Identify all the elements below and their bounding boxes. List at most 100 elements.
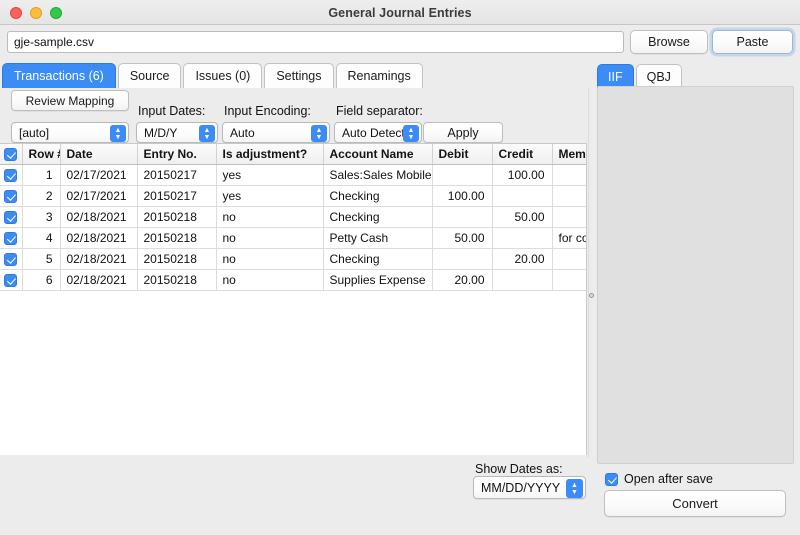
close-icon[interactable]: [10, 7, 22, 19]
row-checkbox-cell[interactable]: [0, 269, 23, 291]
table-header-row: Row # Date Entry No. Is adjustment? Acco…: [0, 144, 586, 165]
checkbox-checked-icon[interactable]: [4, 189, 18, 203]
apply-button[interactable]: Apply: [423, 122, 503, 143]
col-header-date[interactable]: Date: [60, 144, 138, 165]
transactions-table-container[interactable]: Row # Date Entry No. Is adjustment? Acco…: [0, 143, 587, 455]
tab-iif[interactable]: IIF: [597, 64, 634, 88]
col-header-account-name[interactable]: Account Name: [323, 144, 433, 165]
cell-date[interactable]: 02/17/2021: [60, 164, 138, 186]
cell-entry-no[interactable]: 20150217: [137, 164, 217, 186]
cell-account-name[interactable]: Supplies Expense: [323, 269, 433, 291]
tab-renamings[interactable]: Renamings: [335, 63, 423, 88]
col-header-entry-no[interactable]: Entry No.: [137, 144, 217, 165]
cell-memo[interactable]: [552, 248, 586, 270]
col-header-memo[interactable]: Memo: [552, 144, 586, 165]
checkbox-checked-icon[interactable]: [4, 210, 18, 224]
input-encoding-select[interactable]: Auto ▲ ▼: [222, 122, 330, 143]
cell-entry-no[interactable]: 20150218: [137, 227, 217, 249]
cell-debit[interactable]: [432, 206, 493, 228]
col-header-debit[interactable]: Debit: [432, 144, 493, 165]
cell-debit[interactable]: 50.00: [432, 227, 493, 249]
cell-credit[interactable]: 50.00: [492, 206, 553, 228]
zoom-icon[interactable]: [50, 7, 62, 19]
cell-account-name[interactable]: Sales:Sales Mobile: [323, 164, 433, 186]
cell-account-name[interactable]: Checking: [323, 206, 433, 228]
row-checkbox-cell[interactable]: [0, 164, 23, 186]
cell-date[interactable]: 02/18/2021: [60, 206, 138, 228]
cell-debit[interactable]: [432, 164, 493, 186]
chevron-updown-icon: ▲ ▼: [566, 479, 583, 498]
app-window: General Journal Entries gje-sample.csv B…: [0, 0, 800, 535]
cell-credit[interactable]: 20.00: [492, 248, 553, 270]
cell-account-name[interactable]: Checking: [323, 248, 433, 270]
row-checkbox-cell[interactable]: [0, 185, 23, 207]
paste-button[interactable]: Paste: [712, 30, 793, 54]
cell-is-adjustment[interactable]: no: [216, 227, 324, 249]
cell-entry-no[interactable]: 20150217: [137, 185, 217, 207]
open-after-save-row[interactable]: Open after save: [605, 472, 713, 486]
browse-button[interactable]: Browse: [630, 30, 708, 54]
file-path-input[interactable]: gje-sample.csv: [7, 31, 624, 53]
cell-is-adjustment[interactable]: no: [216, 206, 324, 228]
minimize-icon[interactable]: [30, 7, 42, 19]
row-checkbox-cell[interactable]: [0, 227, 23, 249]
cell-entry-no[interactable]: 20150218: [137, 248, 217, 270]
show-dates-select[interactable]: MM/DD/YYYY ▲ ▼: [473, 476, 586, 499]
cell-is-adjustment[interactable]: no: [216, 269, 324, 291]
cell-account-name[interactable]: Checking: [323, 185, 433, 207]
cell-credit[interactable]: [492, 185, 553, 207]
open-after-save-label: Open after save: [624, 472, 713, 486]
table-row[interactable]: 4 02/18/2021 20150218 no Petty Cash 50.0…: [0, 227, 586, 249]
checkbox-checked-icon[interactable]: [4, 231, 18, 245]
cell-memo[interactable]: [552, 206, 586, 228]
input-dates-select[interactable]: M/D/Y ▲ ▼: [136, 122, 218, 143]
cell-debit[interactable]: [432, 248, 493, 270]
checkbox-checked-icon[interactable]: [605, 472, 618, 486]
cell-memo[interactable]: for cor: [552, 227, 586, 249]
cell-date[interactable]: 02/18/2021: [60, 269, 138, 291]
cell-credit[interactable]: 100.00: [492, 164, 553, 186]
select-all-checkbox-header[interactable]: [0, 144, 23, 165]
cell-entry-no[interactable]: 20150218: [137, 206, 217, 228]
tab-issues[interactable]: Issues (0): [183, 63, 263, 88]
tab-qbj[interactable]: QBJ: [635, 64, 682, 88]
cell-date[interactable]: 02/18/2021: [60, 227, 138, 249]
mapping-select[interactable]: [auto] ▲ ▼: [11, 122, 129, 143]
cell-account-name[interactable]: Petty Cash: [323, 227, 433, 249]
cell-credit[interactable]: [492, 227, 553, 249]
table-row[interactable]: 6 02/18/2021 20150218 no Supplies Expens…: [0, 269, 586, 291]
cell-debit[interactable]: 100.00: [432, 185, 493, 207]
row-checkbox-cell[interactable]: [0, 206, 23, 228]
convert-button[interactable]: Convert: [604, 490, 786, 517]
cell-memo[interactable]: [552, 185, 586, 207]
tab-source[interactable]: Source: [117, 63, 182, 88]
field-separator-select[interactable]: Auto Detect ▲ ▼: [334, 122, 422, 143]
cell-is-adjustment[interactable]: yes: [216, 164, 324, 186]
cell-credit[interactable]: [492, 269, 553, 291]
checkbox-checked-icon[interactable]: [4, 168, 18, 182]
table-row[interactable]: 1 02/17/2021 20150217 yes Sales:Sales Mo…: [0, 164, 586, 186]
cell-is-adjustment[interactable]: no: [216, 248, 324, 270]
review-mapping-button[interactable]: Review Mapping: [11, 90, 129, 111]
cell-memo[interactable]: [552, 164, 586, 186]
cell-debit[interactable]: 20.00: [432, 269, 493, 291]
cell-memo[interactable]: [552, 269, 586, 291]
cell-is-adjustment[interactable]: yes: [216, 185, 324, 207]
tab-transactions[interactable]: Transactions (6): [2, 63, 116, 88]
cell-entry-no[interactable]: 20150218: [137, 269, 217, 291]
checkbox-checked-icon[interactable]: [4, 147, 18, 161]
row-checkbox-cell[interactable]: [0, 248, 23, 270]
output-preview-panel[interactable]: [597, 86, 794, 464]
table-row[interactable]: 2 02/17/2021 20150217 yes Checking 100.0…: [0, 185, 586, 207]
col-header-is-adjustment[interactable]: Is adjustment?: [216, 144, 324, 165]
checkbox-checked-icon[interactable]: [4, 252, 18, 266]
col-header-row-num[interactable]: Row #: [22, 144, 61, 165]
cell-date[interactable]: 02/17/2021: [60, 185, 138, 207]
splitter-handle[interactable]: [587, 291, 597, 301]
table-row[interactable]: 5 02/18/2021 20150218 no Checking 20.00: [0, 248, 586, 270]
col-header-credit[interactable]: Credit: [492, 144, 553, 165]
checkbox-checked-icon[interactable]: [4, 273, 18, 287]
cell-date[interactable]: 02/18/2021: [60, 248, 138, 270]
tab-settings[interactable]: Settings: [264, 63, 334, 88]
table-row[interactable]: 3 02/18/2021 20150218 no Checking 50.00: [0, 206, 586, 228]
